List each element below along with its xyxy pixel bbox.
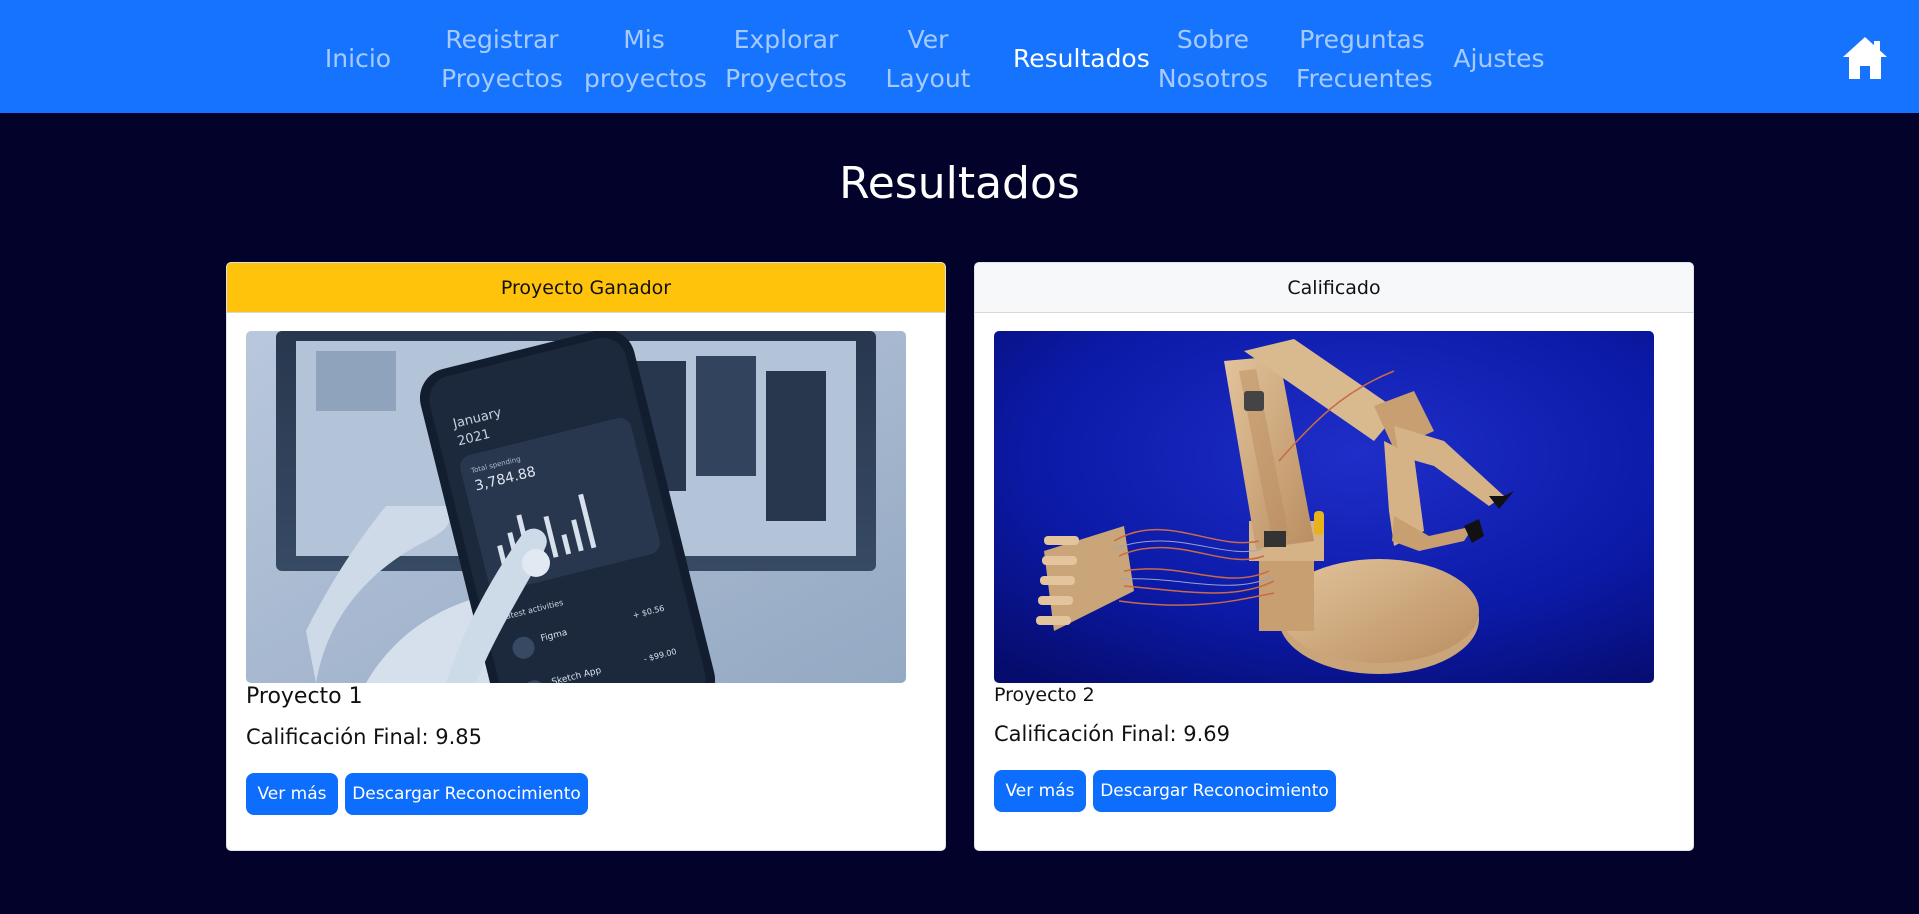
- result-card-qualified: Calificado Proyecto 2 Calificación Final…: [974, 262, 1694, 851]
- project-1-image: January 2021 Total spending 3,784.88 Lat…: [246, 331, 906, 683]
- card-header-qualified: Calificado: [975, 263, 1693, 313]
- page-title: Resultados: [839, 158, 1080, 209]
- ver-mas-button[interactable]: Ver más: [994, 770, 1086, 812]
- final-grade: Calificación Final: 9.69: [994, 722, 1230, 746]
- top-navbar: Inicio Registrar Proyectos Mis proyectos…: [0, 0, 1919, 113]
- nav-item-ajustes[interactable]: Ajustes: [1450, 39, 1548, 78]
- nav-item-resultados[interactable]: Resultados: [1013, 39, 1150, 78]
- download-recognition-button[interactable]: Descargar Reconocimiento: [1093, 770, 1336, 812]
- project-name: Proyecto 1: [246, 684, 363, 709]
- card-header-winner: Proyecto Ganador: [227, 263, 945, 313]
- project-2-image: [994, 331, 1654, 683]
- nav-item-sobre-nosotros[interactable]: Sobre Nosotros: [1153, 20, 1273, 98]
- nav-item-mis-proyectos[interactable]: Mis proyectos: [584, 20, 707, 98]
- nav-item-ver-layout[interactable]: Ver Layout: [873, 20, 983, 98]
- nav-item-preguntas-frecuentes[interactable]: Preguntas Frecuentes: [1296, 20, 1433, 98]
- download-recognition-button[interactable]: Descargar Reconocimiento: [345, 773, 588, 815]
- final-grade: Calificación Final: 9.85: [246, 725, 482, 749]
- nav-item-inicio[interactable]: Inicio: [306, 39, 410, 78]
- project-name: Proyecto 2: [994, 684, 1095, 706]
- nav-item-registrar-proyectos[interactable]: Registrar Proyectos: [437, 20, 567, 98]
- ver-mas-button[interactable]: Ver más: [246, 773, 338, 815]
- home-icon[interactable]: [1841, 33, 1889, 81]
- nav-item-explorar-proyectos[interactable]: Explorar Proyectos: [723, 20, 849, 98]
- nav-links: Inicio Registrar Proyectos Mis proyectos…: [0, 0, 1600, 113]
- result-card-winner: Proyecto Ganador January 2021 Total spen…: [226, 262, 946, 851]
